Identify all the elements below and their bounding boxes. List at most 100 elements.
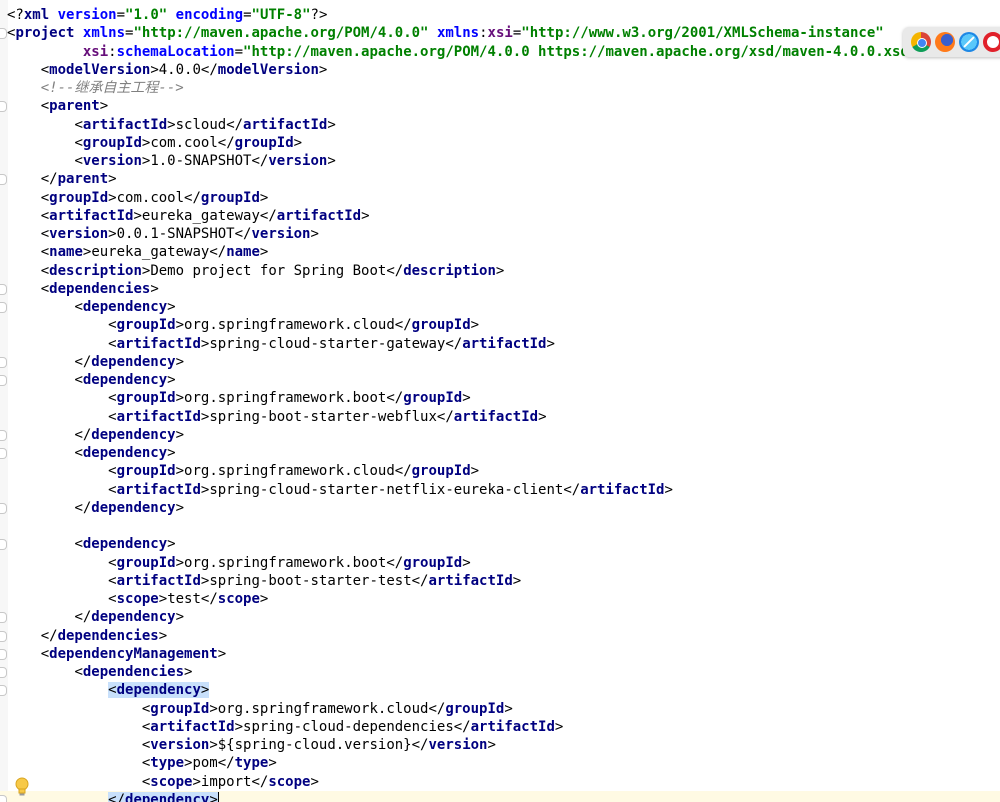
- code-line-39[interactable]: <groupId>org.springframework.cloud</grou…: [0, 700, 1000, 718]
- code-line-6[interactable]: <parent>: [0, 97, 1000, 115]
- code-line-23[interactable]: <artifactId>spring-boot-starter-webflux<…: [0, 408, 1000, 426]
- code-line-13[interactable]: <version>0.0.1-SNAPSHOT</version>: [0, 225, 1000, 243]
- tag-bracket: >: [310, 226, 319, 242]
- fold-marker-icon[interactable]: [0, 502, 7, 514]
- tag-bracket: <: [108, 682, 117, 699]
- attr-value: "http://maven.apache.org/POM/4.0.0 https…: [243, 43, 918, 60]
- firefox-icon[interactable]: [935, 32, 955, 52]
- code-line-18[interactable]: <groupId>org.springframework.cloud</grou…: [0, 316, 1000, 334]
- fold-marker-icon[interactable]: [0, 356, 7, 368]
- tag-text: org.springframework.cloud: [184, 317, 395, 334]
- fold-marker-icon[interactable]: [0, 448, 7, 459]
- tag-bracket: </: [453, 718, 471, 735]
- code-line-43[interactable]: <scope>import</scope>: [0, 773, 1000, 791]
- code-area[interactable]: <?xml version="1.0" encoding="UTF-8"?> <…: [0, 6, 1000, 802]
- tag-bracket: <: [40, 189, 50, 206]
- code-line-27[interactable]: <artifactId>spring-cloud-starter-netflix…: [0, 481, 1000, 499]
- code-line-40[interactable]: <artifactId>spring-cloud-dependencies</a…: [0, 718, 1000, 736]
- fold-marker-icon[interactable]: [0, 685, 7, 697]
- code-line-1[interactable]: <?xml version="1.0" encoding="UTF-8"?>: [0, 6, 1000, 24]
- fold-marker-icon[interactable]: [0, 794, 7, 802]
- code-editor[interactable]: <?xml version="1.0" encoding="UTF-8"?> <…: [0, 0, 1000, 802]
- chrome-icon[interactable]: [911, 32, 931, 52]
- fold-marker-icon[interactable]: [0, 539, 7, 551]
- fold-marker-icon[interactable]: [0, 28, 7, 40]
- code-line-3[interactable]: xsi:schemaLocation="http://maven.apache.…: [0, 43, 1000, 61]
- code-line-24[interactable]: </dependency>: [0, 426, 1000, 444]
- attr-colon: :: [479, 25, 488, 42]
- fold-marker-icon[interactable]: [0, 174, 7, 186]
- tag-text: pom: [192, 755, 218, 772]
- fold-marker-icon[interactable]: [0, 302, 7, 313]
- tag-bracket: >: [175, 317, 185, 334]
- code-line-12[interactable]: <artifactId>eureka_gateway</artifactId>: [0, 207, 1000, 225]
- tag-name: artifactId: [580, 481, 665, 498]
- tag-bracket: <: [40, 262, 50, 279]
- code-line-25[interactable]: <dependency>: [0, 444, 1000, 462]
- fold-marker-icon[interactable]: [0, 667, 7, 678]
- tag-bracket: >: [167, 116, 176, 133]
- attr-name: encoding: [175, 7, 244, 23]
- code-line-14[interactable]: <name>eureka_gateway</name>: [0, 243, 1000, 261]
- lightbulb-icon[interactable]: [14, 776, 30, 798]
- tag-name: scope: [116, 591, 159, 607]
- fold-marker-icon[interactable]: [0, 101, 7, 113]
- code-line-9[interactable]: <version>1.0-SNAPSHOT</version>: [0, 152, 1000, 170]
- code-line-15[interactable]: <description>Demo project for Spring Boo…: [0, 262, 1000, 280]
- safari-icon[interactable]: [959, 32, 979, 52]
- code-line-22[interactable]: <groupId>org.springframework.boot</group…: [0, 389, 1000, 407]
- fold-marker-icon[interactable]: [0, 283, 7, 295]
- tag-bracket: <: [108, 554, 117, 571]
- fold-marker-icon[interactable]: [0, 630, 7, 642]
- tag-bracket: >: [108, 226, 117, 242]
- code-line-2[interactable]: <project xmlns="http://maven.apache.org/…: [0, 24, 1000, 42]
- code-line-44[interactable]: </dependency>: [0, 790, 1000, 802]
- code-line-28[interactable]: </dependency>: [0, 499, 1000, 517]
- tag-text: spring-cloud-starter-gateway: [209, 335, 446, 352]
- code-line-5[interactable]: <!--继承自主工程-->: [0, 79, 1000, 97]
- code-line-30[interactable]: <dependency>: [0, 535, 1000, 553]
- code-line-17[interactable]: <dependency>: [0, 298, 1000, 316]
- fold-marker-icon[interactable]: [0, 612, 7, 624]
- code-line-42[interactable]: <type>pom</type>: [0, 754, 1000, 772]
- code-line-20[interactable]: </dependency>: [0, 353, 1000, 371]
- opera-icon[interactable]: [983, 32, 1000, 52]
- tag-bracket: >: [167, 536, 176, 553]
- code-line-19[interactable]: <artifactId>spring-cloud-starter-gateway…: [0, 335, 1000, 353]
- code-line-38[interactable]: <dependency>: [0, 681, 1000, 699]
- tag-bracket: <: [108, 572, 117, 589]
- fold-marker-icon[interactable]: [0, 648, 7, 660]
- code-line-35[interactable]: </dependencies>: [0, 627, 1000, 645]
- code-line-33[interactable]: <scope>test</scope>: [0, 590, 1000, 608]
- code-line-21[interactable]: <dependency>: [0, 371, 1000, 389]
- code-line-36[interactable]: <dependencyManagement>: [0, 645, 1000, 663]
- code-line-8[interactable]: <groupId>com.cool</groupId>: [0, 134, 1000, 152]
- code-line-4[interactable]: <modelVersion>4.0.0</modelVersion>: [0, 61, 1000, 79]
- code-line-29[interactable]: [0, 517, 1000, 535]
- code-line-26[interactable]: <groupId>org.springframework.cloud</grou…: [0, 462, 1000, 480]
- attr-value: "http://maven.apache.org/POM/4.0.0": [133, 25, 429, 42]
- tag-name: groupId: [411, 463, 471, 480]
- tag-name: parent: [49, 98, 100, 115]
- code-line-34[interactable]: </dependency>: [0, 608, 1000, 626]
- tag-bracket: <: [108, 317, 117, 334]
- fold-marker-icon[interactable]: [0, 375, 7, 386]
- tag-bracket: </: [200, 61, 218, 78]
- code-line-11[interactable]: <groupId>com.cool</groupId>: [0, 189, 1000, 207]
- tag-name: dependency: [82, 299, 168, 315]
- code-line-31[interactable]: <groupId>org.springframework.boot</group…: [0, 554, 1000, 572]
- tag-bracket: >: [234, 718, 244, 735]
- code-line-16[interactable]: <dependencies>: [0, 280, 1000, 298]
- attr-name: version: [57, 7, 117, 23]
- tag-bracket: <: [74, 134, 83, 151]
- tag-name: groupId: [116, 390, 176, 407]
- tag-name: dependency: [82, 372, 168, 388]
- tag-name: dependency: [91, 353, 176, 370]
- code-line-41[interactable]: <version>${spring-cloud.version}</versio…: [0, 736, 1000, 754]
- code-line-10[interactable]: </parent>: [0, 170, 1000, 188]
- tag-bracket: >: [99, 98, 109, 115]
- code-line-37[interactable]: <dependencies>: [0, 663, 1000, 681]
- code-line-7[interactable]: <artifactId>scloud</artifactId>: [0, 116, 1000, 134]
- code-line-32[interactable]: <artifactId>spring-boot-starter-test</ar…: [0, 572, 1000, 590]
- fold-marker-icon[interactable]: [0, 429, 7, 441]
